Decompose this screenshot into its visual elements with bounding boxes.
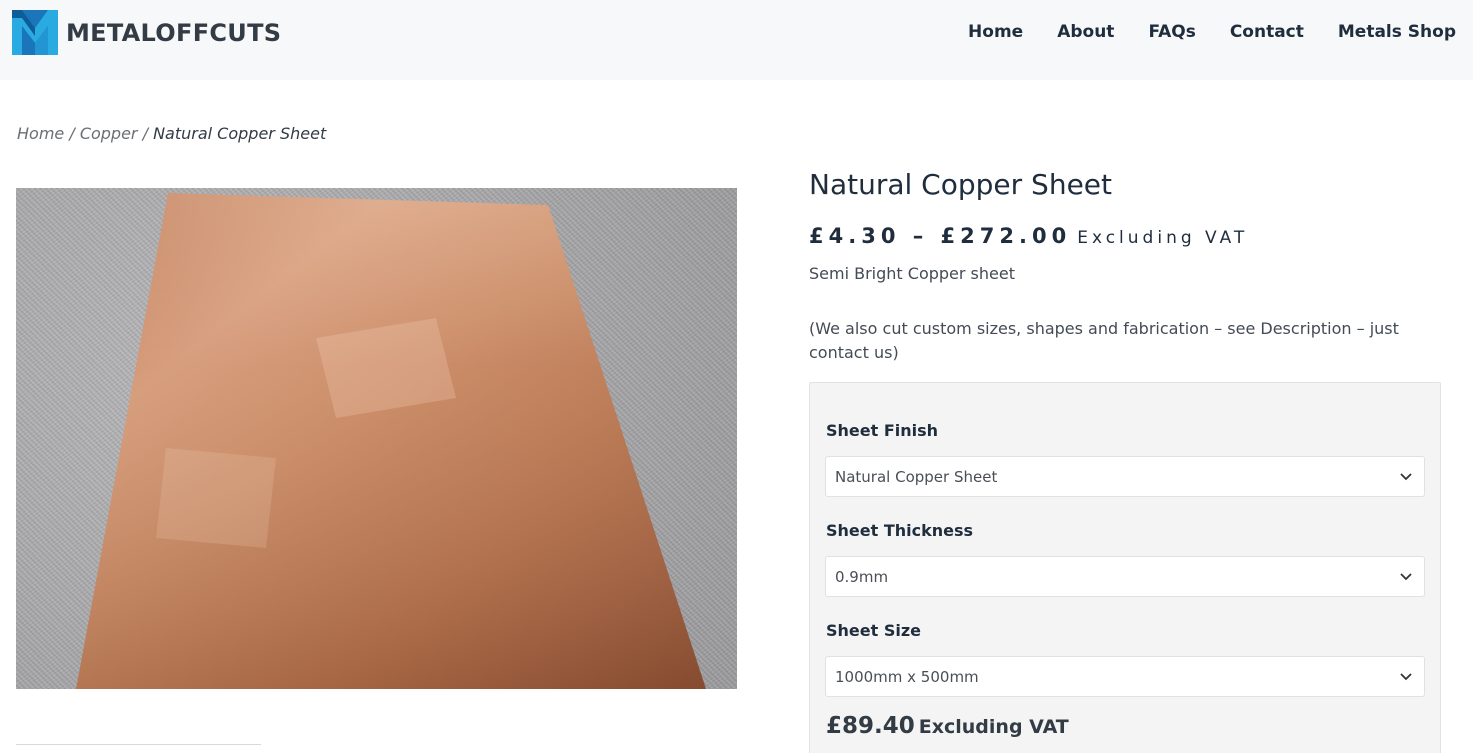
nav-contact[interactable]: Contact — [1230, 20, 1304, 44]
product-summary: Natural Copper Sheet £4.30 – £272.00 Excl… — [809, 166, 1441, 365]
gallery-divider — [16, 744, 261, 745]
product-image[interactable] — [16, 188, 737, 689]
custom-note: (We also cut custom sizes, shapes and fa… — [809, 319, 1399, 362]
metaloffcuts-m-logo-icon — [12, 10, 58, 55]
variation-options: Sheet Finish Natural Copper Sheet Sheet … — [809, 382, 1441, 753]
chevron-down-icon — [1400, 473, 1412, 481]
breadcrumb-separator: / — [137, 124, 154, 143]
variation-price-amount: £89.40 — [826, 713, 915, 739]
nav-metals-shop[interactable]: Metals Shop — [1338, 20, 1456, 44]
copper-sheet-photo — [76, 193, 706, 689]
breadcrumb-copper[interactable]: Copper — [80, 124, 138, 143]
price-suffix: Excluding VAT — [1077, 228, 1249, 248]
price-range-value: £4.30 – £272.00 — [809, 224, 1072, 248]
variation-price-suffix: Excluding VAT — [918, 716, 1069, 738]
chevron-down-icon — [1400, 573, 1412, 581]
site-header: METALOFFCUTS Home About FAQs Contact Met… — [0, 0, 1473, 80]
sheet-size-value: 1000mm x 500mm — [835, 668, 979, 686]
breadcrumb-separator: / — [64, 124, 80, 143]
chevron-down-icon — [1400, 673, 1412, 681]
main-nav: Home About FAQs Contact Metals Shop — [968, 20, 1456, 44]
breadcrumb-current: Natural Copper Sheet — [153, 124, 327, 143]
variation-price: £89.40 Excluding VAT — [826, 713, 1069, 739]
sheet-finish-label: Sheet Finish — [826, 421, 939, 440]
nav-home[interactable]: Home — [968, 20, 1023, 44]
sheet-thickness-select[interactable]: 0.9mm — [825, 556, 1425, 597]
nav-faqs[interactable]: FAQs — [1148, 20, 1195, 44]
short-description: Semi Bright Copper sheet — [809, 264, 1015, 283]
breadcrumb: Home / Copper / Natural Copper Sheet — [17, 124, 326, 143]
product-title: Natural Copper Sheet — [809, 168, 1112, 201]
sheet-thickness-label: Sheet Thickness — [826, 521, 974, 540]
sheet-size-label: Sheet Size — [826, 621, 922, 640]
price-range: £4.30 – £272.00 Excluding VAT — [809, 222, 1441, 252]
sheet-finish-select[interactable]: Natural Copper Sheet — [825, 456, 1425, 497]
sheet-size-select[interactable]: 1000mm x 500mm — [825, 656, 1425, 697]
logo-text: METALOFFCUTS — [66, 18, 282, 47]
sheet-finish-value: Natural Copper Sheet — [835, 468, 998, 486]
breadcrumb-home[interactable]: Home — [17, 124, 64, 143]
sheet-thickness-value: 0.9mm — [835, 568, 889, 586]
site-logo[interactable]: METALOFFCUTS — [12, 10, 281, 55]
nav-about[interactable]: About — [1057, 20, 1114, 44]
